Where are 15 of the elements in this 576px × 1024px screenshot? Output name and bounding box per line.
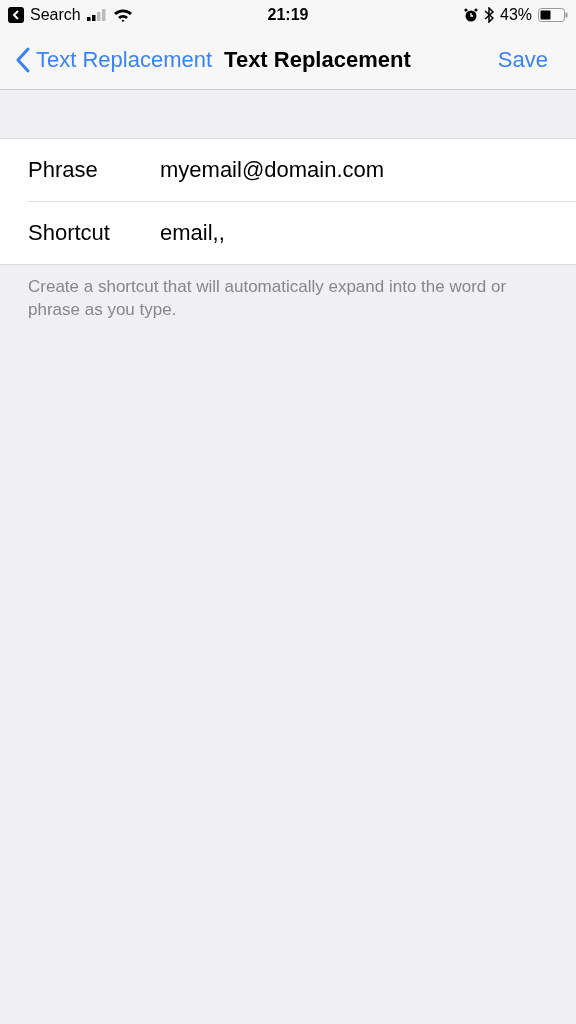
wifi-icon [112, 8, 133, 22]
text-field[interactable]: myemail@domain.com [160, 157, 576, 183]
bluetooth-icon [484, 7, 494, 23]
screen-title: Text Replacement [224, 46, 412, 73]
text-field[interactable]: email,, [160, 220, 576, 246]
alarm-clock-icon [464, 8, 478, 22]
battery-percentage: 43% [500, 6, 532, 24]
signal-icon [86, 9, 107, 21]
clock-time: 21:19 [267, 6, 309, 24]
field-label: Phrase [28, 157, 99, 183]
battery-icon [538, 8, 568, 22]
chevron-left-icon [16, 46, 30, 73]
field-label: Shortcut [28, 220, 111, 246]
footer-hint: Create a shortcut that will automatically expand into the word or phrase as you type. [27, 276, 508, 321]
back-app-label[interactable]: Search [30, 6, 81, 24]
